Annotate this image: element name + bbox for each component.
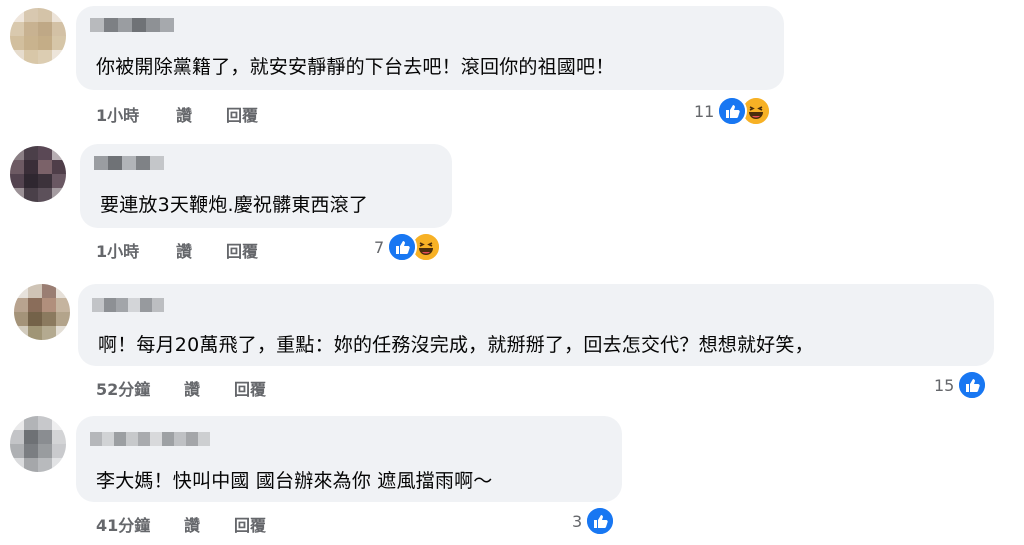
comment-time[interactable]: 1小時 [96,102,176,126]
comment-text: 啊！每月20萬飛了，重點：妳的任務沒完成，就掰掰了，回去怎交代？想想就好笑， [98,334,814,356]
reply-button[interactable]: 回覆 [226,102,258,126]
reply-button[interactable]: 回覆 [226,238,258,262]
comment-time[interactable]: 41分鐘 [96,512,184,536]
comment-actions: 1小時 讚 回覆 [96,102,258,126]
reaction-count: 15 [934,375,955,395]
reply-button[interactable]: 回覆 [234,512,266,536]
avatar[interactable] [14,284,70,340]
reactions[interactable]: 7 [374,232,442,262]
comment-actions: 52分鐘 讚 回覆 [96,376,266,400]
like-button[interactable]: 讚 [184,376,234,400]
author-name-blurred[interactable] [90,18,174,32]
like-icon [717,96,748,126]
reactions[interactable]: 11 [694,96,772,126]
reaction-count: 3 [572,511,583,531]
like-button[interactable]: 讚 [176,102,226,126]
reaction-count: 11 [694,101,715,121]
reaction-count: 7 [374,237,385,257]
comment-text: 要連放3天鞭炮.慶祝髒東西滾了 [100,194,369,216]
comment-time[interactable]: 1小時 [96,238,176,262]
reply-button[interactable]: 回覆 [234,376,266,400]
like-icon [585,506,616,536]
avatar[interactable] [10,8,66,64]
comment-bubble: 啊！每月20萬飛了，重點：妳的任務沒完成，就掰掰了，回去怎交代？想想就好笑， [78,284,994,366]
comment-item: 要連放3天鞭炮.慶祝髒東西滾了 1小時 讚 回覆 7 [0,140,1024,275]
avatar[interactable] [10,416,66,472]
reactions[interactable]: 15 [934,370,988,400]
comment-text: 你被開除黨籍了，就安安靜靜的下台去吧！滾回你的祖國吧！ [96,56,615,78]
comment-bubble: 你被開除黨籍了，就安安靜靜的下台去吧！滾回你的祖國吧！ [76,6,784,90]
comment-bubble: 要連放3天鞭炮.慶祝髒東西滾了 [80,144,452,228]
comment-item: 啊！每月20萬飛了，重點：妳的任務沒完成，就掰掰了，回去怎交代？想想就好笑， 5… [0,278,1024,413]
comment-text: 李大媽！快叫中國 國台辦來為你 遮風擋雨啊～ [96,470,493,492]
comment-actions: 41分鐘 讚 回覆 [96,512,266,536]
author-name-blurred[interactable] [90,432,210,446]
like-icon [387,232,418,262]
author-name-blurred[interactable] [94,156,164,170]
author-name-blurred[interactable] [92,298,164,312]
avatar[interactable] [10,146,66,202]
reactions[interactable]: 3 [572,506,616,536]
comment-item: 你被開除黨籍了，就安安靜靜的下台去吧！滾回你的祖國吧！ 1小時 讚 回覆 11 [0,0,1024,135]
like-button[interactable]: 讚 [176,238,226,262]
like-button[interactable]: 讚 [184,512,234,536]
comment-bubble: 李大媽！快叫中國 國台辦來為你 遮風擋雨啊～ [76,416,622,502]
comment-actions: 1小時 讚 回覆 [96,238,258,262]
comment-time[interactable]: 52分鐘 [96,376,184,400]
like-icon [957,370,988,400]
comment-item: 李大媽！快叫中國 國台辦來為你 遮風擋雨啊～ 41分鐘 讚 回覆 3 [0,410,1024,545]
